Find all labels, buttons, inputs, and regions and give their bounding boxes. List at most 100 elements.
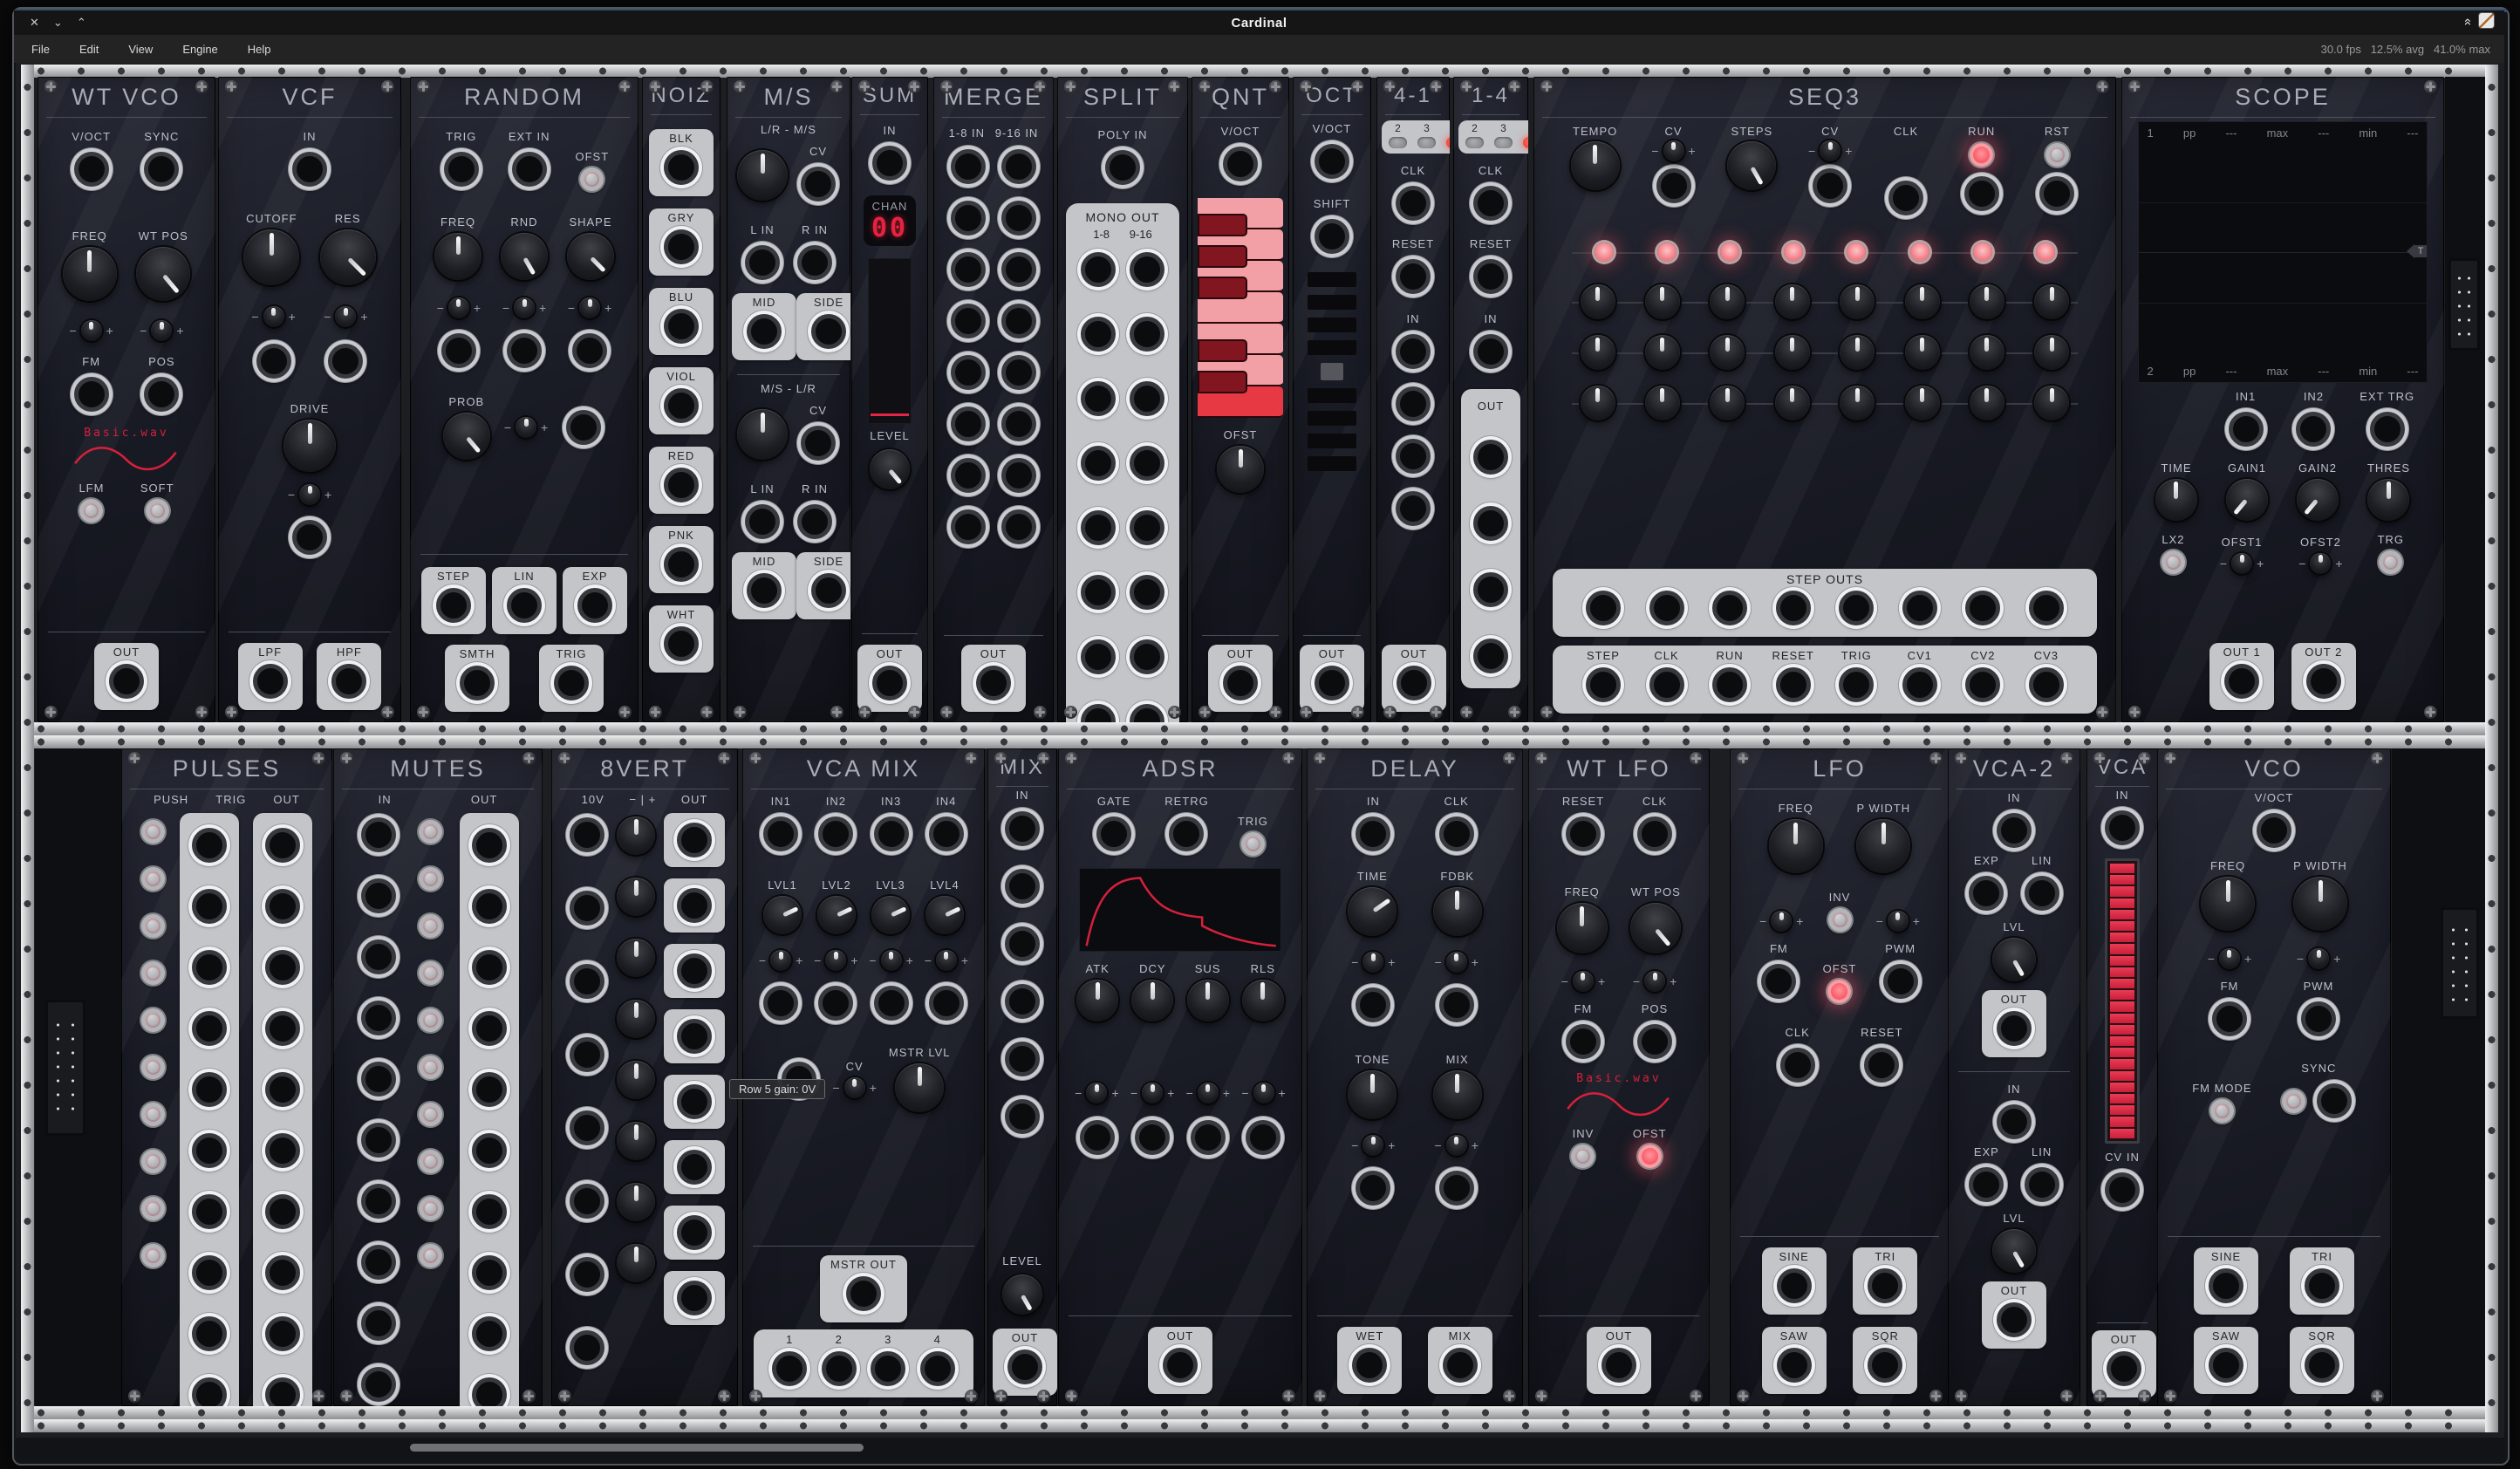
- v-oct-jack[interactable]: [1315, 144, 1349, 179]
- mono-out-jack[interactable]: [1130, 317, 1164, 352]
- trig-output[interactable]: TRIG: [539, 645, 604, 712]
- input-jack[interactable]: [361, 1245, 396, 1280]
- out-2-output[interactable]: OUT 2: [2291, 643, 2356, 710]
- strip-port-jack[interactable]: [265, 828, 300, 863]
- strip-port-jack[interactable]: [265, 1194, 300, 1229]
- mid-jack[interactable]: [747, 573, 782, 608]
- step-knob[interactable]: [2034, 284, 2069, 319]
- mono-out-jack[interactable]: [1081, 510, 1116, 545]
- trim-knob[interactable]: [1888, 911, 1909, 932]
- port-jack[interactable]: [1001, 304, 1036, 338]
- port-jack[interactable]: [929, 986, 964, 1021]
- reset-jack[interactable]: [1473, 259, 1508, 294]
- step-out-jack[interactable]: [1712, 591, 1747, 625]
- reset-jack[interactable]: [1566, 816, 1601, 851]
- ofst1-trim-knob[interactable]: [2231, 553, 2252, 574]
- ofst-button[interactable]: [580, 167, 604, 191]
- strip-port-jack[interactable]: [265, 1255, 300, 1290]
- strip-port-jack[interactable]: [192, 1316, 227, 1351]
- out-output[interactable]: OUT: [1982, 1281, 2046, 1349]
- trim-knob[interactable]: [1446, 1135, 1467, 1156]
- wht-jack[interactable]: [664, 626, 699, 661]
- ofst-button[interactable]: [1638, 1144, 1662, 1168]
- ofst-button[interactable]: [1827, 980, 1851, 1003]
- input-jack[interactable]: [361, 1367, 396, 1402]
- strip-port-jack[interactable]: [265, 1072, 300, 1107]
- step-knob[interactable]: [1970, 386, 2004, 420]
- strip-port-jack[interactable]: [265, 1316, 300, 1351]
- out-jack[interactable]: [677, 1150, 712, 1185]
- strip-port-jack[interactable]: [265, 1011, 300, 1046]
- sqr-output[interactable]: SQR: [2290, 1327, 2354, 1394]
- strip-port-jack[interactable]: [472, 1072, 507, 1107]
- out-jack[interactable]: [1397, 666, 1431, 700]
- step-knob[interactable]: [1905, 386, 1940, 420]
- sine-jack[interactable]: [2209, 1268, 2243, 1303]
- push-button[interactable]: [141, 914, 165, 938]
- strip-port-jack[interactable]: [472, 950, 507, 985]
- trg-button[interactable]: [2379, 550, 2402, 574]
- strip-port-jack[interactable]: [192, 1072, 227, 1107]
- mstr-out-output[interactable]: MSTR OUT: [820, 1255, 907, 1322]
- gain-knob[interactable]: [617, 1183, 655, 1221]
- mid-jack[interactable]: [747, 314, 782, 349]
- push-button[interactable]: [2282, 1090, 2305, 1113]
- input-jack[interactable]: [570, 1037, 604, 1072]
- port-jack[interactable]: [292, 520, 327, 555]
- pnk-jack[interactable]: [664, 547, 699, 582]
- knob-knob[interactable]: [870, 449, 910, 489]
- knob-knob[interactable]: [737, 150, 788, 201]
- lvl3-knob[interactable]: [871, 896, 910, 934]
- gain-knob[interactable]: [617, 939, 655, 977]
- time-knob[interactable]: [1348, 887, 1397, 936]
- v-oct-jack[interactable]: [2257, 813, 2291, 848]
- cv1-jack[interactable]: [1902, 667, 1937, 702]
- mid-output[interactable]: MID: [732, 552, 796, 619]
- mono-out-jack[interactable]: [1130, 252, 1164, 287]
- octave-slot[interactable]: [1308, 295, 1356, 310]
- lin-output[interactable]: LIN: [492, 567, 557, 634]
- out-jack[interactable]: [677, 888, 712, 923]
- out-1-output[interactable]: OUT 1: [2209, 643, 2274, 710]
- octave-slot[interactable]: [1308, 340, 1356, 355]
- step-knob[interactable]: [1840, 386, 1875, 420]
- port-jack[interactable]: [507, 333, 542, 368]
- strip-port-jack[interactable]: [192, 1194, 227, 1229]
- trim-knob[interactable]: [299, 484, 320, 505]
- out-jack[interactable]: [677, 1281, 712, 1315]
- sine-output[interactable]: SINE: [1762, 1247, 1827, 1315]
- clk-jack[interactable]: [1649, 667, 1684, 702]
- strip-port-jack[interactable]: [472, 1194, 507, 1229]
- selector-led[interactable]: [1417, 137, 1436, 148]
- gate-jack[interactable]: [1096, 816, 1131, 851]
- port-jack[interactable]: [2039, 176, 2074, 211]
- push-button[interactable]: [141, 1056, 165, 1079]
- inv-button[interactable]: [1828, 908, 1852, 932]
- 1-jack[interactable]: [772, 1351, 807, 1386]
- drive-knob[interactable]: [283, 420, 336, 472]
- octave-slot[interactable]: [1308, 434, 1356, 448]
- port-jack[interactable]: [1135, 1120, 1170, 1155]
- push-button[interactable]: [141, 1008, 165, 1032]
- port-jack[interactable]: [951, 355, 986, 390]
- shape-knob[interactable]: [567, 233, 614, 280]
- sqr-jack[interactable]: [2305, 1348, 2339, 1383]
- blk-output[interactable]: BLK: [649, 129, 714, 196]
- exp-output[interactable]: EXP: [563, 567, 627, 634]
- atk-knob[interactable]: [1076, 980, 1118, 1021]
- quantizer-keyboard[interactable]: [1198, 198, 1283, 418]
- strip-port-jack[interactable]: [192, 1011, 227, 1046]
- port-jack[interactable]: [1888, 181, 1923, 215]
- menu-file[interactable]: File: [31, 43, 50, 56]
- mono-out-jack[interactable]: [1130, 381, 1164, 416]
- step-knob[interactable]: [1840, 335, 1875, 370]
- port-jack[interactable]: [818, 986, 853, 1021]
- trim-knob[interactable]: [2308, 948, 2329, 969]
- in-jack[interactable]: [1396, 334, 1431, 369]
- octave-slot[interactable]: [1308, 456, 1356, 471]
- selector-led[interactable]: [1465, 137, 1484, 148]
- port-jack[interactable]: [1001, 407, 1036, 441]
- gain-knob[interactable]: [617, 878, 655, 916]
- step-knob[interactable]: [1581, 335, 1615, 370]
- step-knob[interactable]: [1645, 284, 1680, 319]
